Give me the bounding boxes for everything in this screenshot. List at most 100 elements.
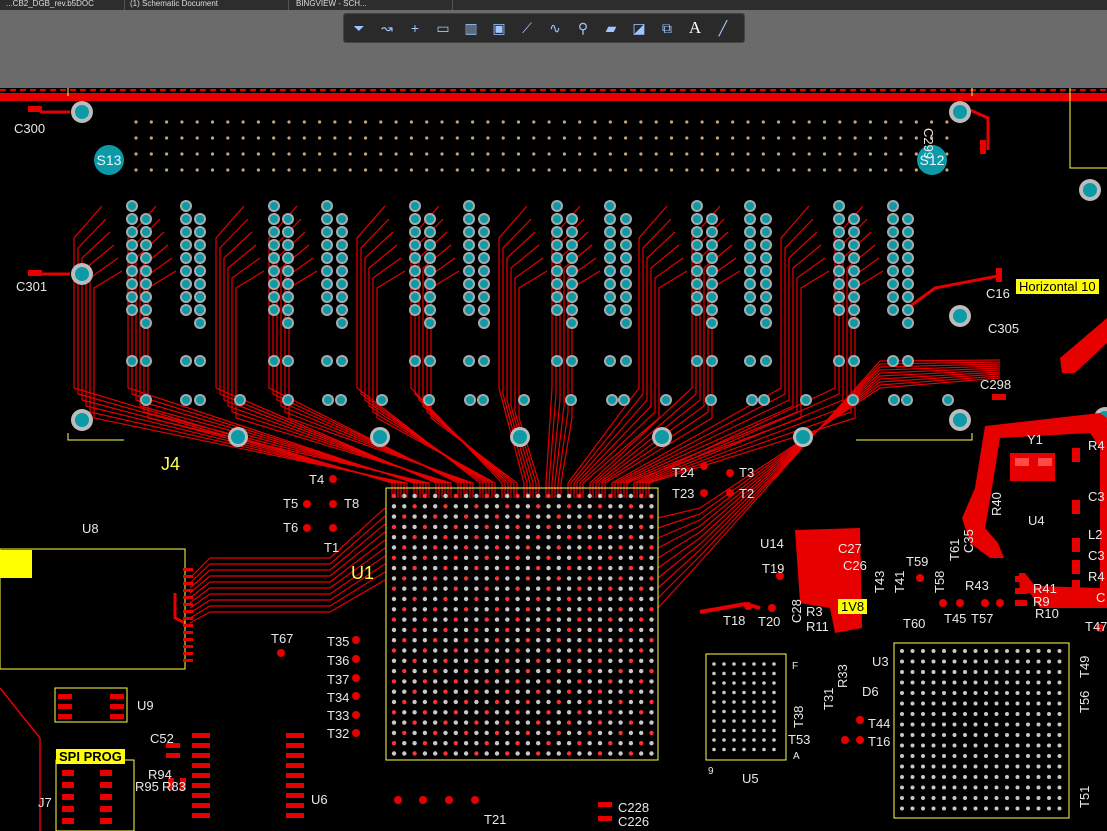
- ref-c52[interactable]: C52: [150, 732, 174, 746]
- ref-c27[interactable]: C27: [838, 542, 862, 556]
- filter-icon[interactable]: ⏷: [348, 17, 370, 39]
- ref-t34[interactable]: T34: [327, 691, 349, 705]
- ref-c226[interactable]: C226: [618, 815, 649, 829]
- ref-u8[interactable]: U8: [82, 522, 99, 536]
- ref-t56[interactable]: T56: [1077, 691, 1092, 713]
- region-icon[interactable]: ◪: [628, 17, 650, 39]
- ref-t6[interactable]: T6: [283, 521, 298, 535]
- ref-c300[interactable]: C300: [14, 122, 45, 136]
- ref-t51[interactable]: T51: [1077, 786, 1092, 808]
- ref-u1[interactable]: U1: [351, 564, 374, 582]
- ref-t24[interactable]: T24: [672, 466, 694, 480]
- tab-pcb-document[interactable]: ...CB2_DGB_rev.b5DOC: [0, 0, 125, 10]
- plane-label-s13[interactable]: S13: [94, 145, 124, 175]
- ref-c-right[interactable]: C: [1096, 591, 1105, 605]
- ref-j4[interactable]: J4: [161, 455, 180, 473]
- u5-pin-9: 9: [708, 766, 714, 777]
- smd-pads: [28, 106, 1104, 824]
- ref-r4-top[interactable]: R4: [1088, 439, 1105, 453]
- crosshair-icon[interactable]: +: [404, 17, 426, 39]
- ref-r33[interactable]: R33: [835, 664, 850, 688]
- ref-y1[interactable]: Y1: [1027, 433, 1043, 447]
- ref-t3[interactable]: T3: [739, 466, 754, 480]
- ref-c3-top[interactable]: C3: [1088, 490, 1105, 504]
- ref-c16[interactable]: C16: [986, 287, 1010, 301]
- ref-t67[interactable]: T67: [271, 632, 293, 646]
- ref-t1[interactable]: T1: [324, 541, 339, 555]
- ref-t20[interactable]: T20: [758, 615, 780, 629]
- ref-r3[interactable]: R3: [806, 605, 823, 619]
- ref-u9[interactable]: U9: [137, 699, 154, 713]
- ref-t41[interactable]: T41: [892, 571, 907, 593]
- ref-r10[interactable]: R10: [1035, 607, 1059, 621]
- ref-r11[interactable]: R11: [806, 620, 829, 634]
- ref-t19[interactable]: T19: [762, 562, 784, 576]
- ref-t59[interactable]: T59: [906, 555, 928, 569]
- ref-t60[interactable]: T60: [903, 617, 925, 631]
- dimension-icon[interactable]: ⧉: [656, 17, 678, 39]
- ref-t35[interactable]: T35: [327, 635, 349, 649]
- ref-t43[interactable]: T43: [872, 571, 887, 593]
- net-1v8-label[interactable]: 1V8: [838, 599, 868, 614]
- ref-u3[interactable]: U3: [872, 655, 889, 669]
- ref-r40[interactable]: R40: [989, 492, 1004, 516]
- ref-r4-bottom[interactable]: R4: [1088, 570, 1105, 584]
- ref-t33[interactable]: T33: [327, 709, 349, 723]
- via-icon[interactable]: ⚲: [572, 17, 594, 39]
- ref-t4[interactable]: T4: [309, 473, 324, 487]
- ref-t58[interactable]: T58: [932, 571, 947, 593]
- ref-u6[interactable]: U6: [311, 793, 328, 807]
- ref-t36[interactable]: T36: [327, 654, 349, 668]
- ref-c28[interactable]: C28: [789, 599, 804, 623]
- ref-j7[interactable]: J7: [38, 796, 52, 810]
- route-icon[interactable]: ↝: [376, 17, 398, 39]
- ref-d6[interactable]: D6: [862, 685, 879, 699]
- ref-t31[interactable]: T31: [821, 688, 836, 710]
- ref-t5[interactable]: T5: [283, 497, 298, 511]
- polygon-icon[interactable]: ▰: [600, 17, 622, 39]
- ref-t57[interactable]: T57: [971, 612, 993, 626]
- ref-r83[interactable]: R83: [162, 780, 186, 794]
- ref-c305[interactable]: C305: [988, 322, 1019, 336]
- ref-c3-bottom[interactable]: C3: [1088, 549, 1105, 563]
- component-icon[interactable]: ▣: [488, 17, 510, 39]
- ref-t8[interactable]: T8: [344, 497, 359, 511]
- ref-c26[interactable]: C26: [843, 559, 867, 573]
- ref-t32[interactable]: T32: [327, 727, 349, 741]
- line-icon[interactable]: ╱: [712, 17, 734, 39]
- select-rect-icon[interactable]: ▭: [432, 17, 454, 39]
- tab-binding-view[interactable]: BINGVIEW - SCH...: [290, 0, 453, 10]
- ref-c299[interactable]: C299: [921, 128, 936, 159]
- pcb-board-canvas[interactable]: S13 S12 C300 C301 C299 C16 C305 C298 J4 …: [0, 88, 1107, 831]
- ref-c35[interactable]: C35: [961, 529, 976, 553]
- align-icon[interactable]: ▥: [460, 17, 482, 39]
- horizontal-dimension-label[interactable]: Horizontal 10: [1016, 279, 1099, 294]
- tab-schematic-document[interactable]: (1) Schematic Document: [124, 0, 289, 10]
- diff-pair-icon[interactable]: ∿: [544, 17, 566, 39]
- ref-r43[interactable]: R43: [965, 579, 989, 593]
- ref-t2[interactable]: T2: [739, 487, 754, 501]
- ref-t45[interactable]: T45: [944, 612, 966, 626]
- ref-t53[interactable]: T53: [788, 733, 810, 747]
- ref-c228[interactable]: C228: [618, 801, 649, 815]
- ref-u5[interactable]: U5: [742, 772, 759, 786]
- ref-c301[interactable]: C301: [16, 280, 47, 294]
- ref-t61[interactable]: T61: [947, 539, 962, 561]
- ref-t49[interactable]: T49: [1077, 656, 1092, 678]
- ref-c298[interactable]: C298: [980, 378, 1011, 392]
- ref-t21[interactable]: T21: [484, 813, 506, 827]
- ref-t18[interactable]: T18: [723, 614, 745, 628]
- ref-t44[interactable]: T44: [868, 717, 890, 731]
- ref-t47[interactable]: T47: [1085, 620, 1107, 634]
- ref-t16[interactable]: T16: [868, 735, 890, 749]
- spi-prog-label[interactable]: SPI PROG: [56, 749, 125, 764]
- ref-t23[interactable]: T23: [672, 487, 694, 501]
- interactive-route-icon[interactable]: ⟋: [516, 17, 538, 39]
- ref-u14[interactable]: U14: [760, 537, 784, 551]
- ref-t37[interactable]: T37: [327, 673, 349, 687]
- ref-u4[interactable]: U4: [1028, 514, 1045, 528]
- ref-r95[interactable]: R95: [135, 780, 159, 794]
- ref-l2[interactable]: L2: [1088, 528, 1102, 542]
- text-icon[interactable]: A: [684, 17, 706, 39]
- ref-t38[interactable]: T38: [791, 706, 806, 728]
